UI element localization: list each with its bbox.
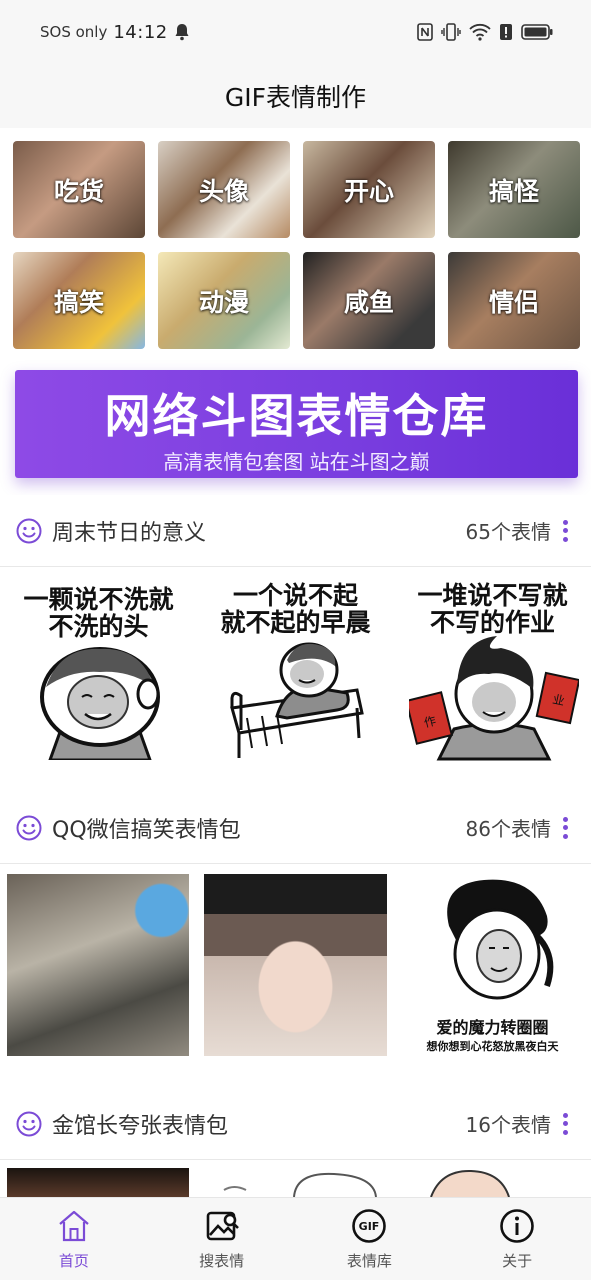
tab-label: 搜表情 [199,1252,245,1270]
info-icon [500,1209,534,1243]
meme-caption-line2: 不写的作业 [429,608,555,637]
meme-thumb[interactable]: 一堆说不写就 不写的作业 作 业 [394,574,591,774]
category-tile-chihuo[interactable]: 吃货 [13,141,145,238]
tab-about[interactable]: 关于 [443,1198,591,1280]
meme-caption-line1: 一颗说不洗就 [23,585,174,614]
tab-label: 首页 [58,1252,89,1270]
section-count: 65个表情 [465,520,551,544]
meme-caption-line2: 不洗的头 [48,612,149,641]
meme-thumb[interactable]: 一颗说不洗就 不洗的头 [0,574,197,774]
network-status: SOS only [40,23,108,41]
category-tile-qinglv[interactable]: 情侣 [448,252,580,349]
category-label: 情侣 [488,287,539,317]
category-label: 开心 [343,176,394,206]
meme-row-qq-wechat: 爱的魔力转圈圈 想你想到心花怒放黑夜白天 [0,874,591,1056]
meme-thumb[interactable] [204,1168,387,1197]
section-title: 周末节日的意义 [52,520,207,546]
more-vertical-icon[interactable] [563,1112,569,1135]
meme-caption-line1: 一堆说不写就 [417,581,568,610]
category-tile-xianyu[interactable]: 咸鱼 [303,252,435,349]
svg-text:GIF: GIF [359,1220,380,1233]
meme-caption-line2: 就不起的早晨 [220,608,371,637]
meme-thumb[interactable]: 一个说不起 就不起的早晨 [197,574,394,774]
meme-caption-line2: 想你想到心花怒放黑夜白天 [426,1040,559,1053]
wifi-icon [469,23,491,41]
more-vertical-icon[interactable] [563,816,569,839]
meme-sketch-illustration [223,1172,377,1197]
category-tile-kaixin[interactable]: 开心 [303,141,435,238]
smile-icon [16,1111,42,1136]
category-label: 头像 [198,176,249,206]
meme-row-kim [0,1168,591,1197]
section-header-weekend[interactable]: 周末节日的意义 65个表情 [0,495,591,567]
category-label: 吃货 [53,176,104,206]
tab-meme-library[interactable]: GIF 表情库 [296,1198,444,1280]
meme-homework-illustration: 作 业 [409,636,579,761]
status-bar: SOS only 14:12 [0,0,591,64]
clock: 14:12 [113,21,168,43]
tab-label: 关于 [502,1252,533,1270]
smile-icon [16,518,42,543]
page-title: GIF表情制作 [0,64,591,128]
alert-icon [500,24,512,40]
tab-label: 表情库 [346,1252,392,1270]
banner-title: 网络斗图表情仓库 [104,389,489,443]
meme-warehouse-banner[interactable]: 网络斗图表情仓库 高清表情包套图 站在斗图之巅 [15,370,578,478]
banner-subtitle: 高清表情包套图 站在斗图之巅 [163,450,430,474]
section-count: 86个表情 [465,817,551,841]
category-label: 咸鱼 [343,287,394,317]
section-header-qq-wechat[interactable]: QQ微信搞笑表情包 86个表情 [0,792,591,864]
category-label: 动漫 [198,287,249,317]
category-tile-gaoxiao[interactable]: 搞笑 [13,252,145,349]
category-grid: 吃货 头像 开心 搞怪 搞笑 动漫 咸鱼 情侣 [13,141,580,349]
meme-caption-line1: 一个说不起 [232,581,358,610]
meme-caption-line1: 爱的魔力转圈圈 [436,1018,549,1037]
meme-sketch-illustration [430,1169,510,1197]
bell-icon [175,24,189,41]
meme-thumb[interactable] [7,1168,189,1197]
tab-search-memes[interactable]: 搜表情 [148,1198,296,1280]
category-tile-dongman[interactable]: 动漫 [158,252,290,349]
meme-thumb[interactable] [204,874,387,1056]
meme-face-illustration [40,647,160,760]
bottom-tab-bar: 首页 搜表情 GIF 表情库 关于 [0,1197,591,1280]
meme-bed-illustration [230,642,364,758]
meme-thumb[interactable] [401,1168,584,1197]
app-screen: SOS only 14:12 GIF表情制作 吃货 头像 开心 搞怪 搞笑 动漫… [0,0,591,1280]
tab-home[interactable]: 首页 [0,1198,148,1280]
category-label: 搞怪 [488,176,539,206]
section-count: 16个表情 [465,1113,551,1137]
vibrate-icon [441,23,461,41]
meme-panda-illustration [447,879,554,1000]
meme-thumb[interactable]: 爱的魔力转圈圈 想你想到心花怒放黑夜白天 [401,874,584,1056]
section-header-kim-exaggerated[interactable]: 金馆长夸张表情包 16个表情 [0,1088,591,1160]
battery-icon [521,24,553,40]
more-vertical-icon[interactable] [563,519,569,542]
image-search-icon [206,1211,239,1241]
category-label: 搞笑 [53,287,104,317]
category-tile-touxiang[interactable]: 头像 [158,141,290,238]
meme-thumb[interactable] [7,874,189,1056]
section-title: QQ微信搞笑表情包 [52,817,241,843]
smile-icon [16,815,42,840]
section-title: 金馆长夸张表情包 [52,1113,229,1139]
meme-row-weekend: 一颗说不洗就 不洗的头 一个说不起 就不起的早晨 一堆说不写就 不写的作业 作 … [0,574,591,774]
home-icon [59,1210,89,1242]
gif-icon: GIF [352,1209,387,1243]
nfc-icon [417,23,433,41]
category-tile-gaoguai[interactable]: 搞怪 [448,141,580,238]
